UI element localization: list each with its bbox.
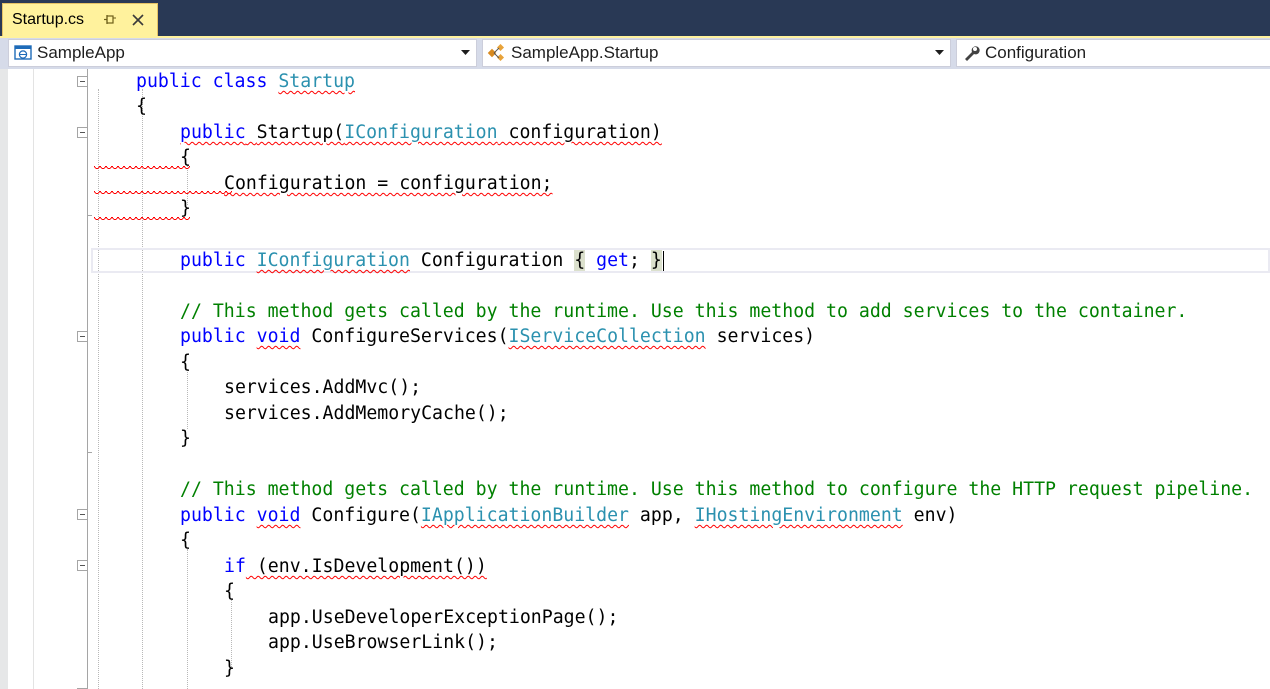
chevron-down-icon[interactable] bbox=[458, 43, 472, 63]
member-dropdown[interactable]: Configuration bbox=[956, 39, 1270, 67]
code-line-7: public IConfiguration Configuration { ge… bbox=[180, 250, 662, 271]
close-icon[interactable] bbox=[126, 8, 150, 32]
tab-startup-cs[interactable]: Startup.cs bbox=[2, 3, 158, 36]
code-line-17: if (env.IsDevelopment()) bbox=[224, 556, 487, 577]
navigation-bar: SampleApp SampleApp.Startup Configuratio… bbox=[0, 38, 1270, 69]
chevron-down-icon[interactable] bbox=[932, 43, 946, 63]
code-line-2: { bbox=[136, 96, 147, 117]
document-tab-strip: Startup.cs bbox=[0, 0, 1270, 36]
comment-line-2: // This method gets called by the runtim… bbox=[180, 479, 1254, 500]
error-squiggle bbox=[94, 217, 190, 223]
pin-icon[interactable] bbox=[98, 8, 122, 32]
text-caret bbox=[663, 251, 664, 271]
project-icon bbox=[13, 43, 33, 63]
code-line-4: { bbox=[180, 147, 191, 168]
code-line-19: app.UseDeveloperExceptionPage(); bbox=[268, 607, 619, 628]
indent-guide bbox=[142, 89, 143, 689]
indent-guide bbox=[98, 89, 99, 689]
project-dropdown[interactable]: SampleApp bbox=[8, 39, 477, 67]
code-line-20: app.UseBrowserLink(); bbox=[268, 632, 498, 653]
collapse-toggle-configureservices[interactable] bbox=[77, 331, 88, 342]
tab-title[interactable]: Startup.cs bbox=[12, 11, 98, 29]
code-editor[interactable]: public class Startup { public Startup(IC… bbox=[0, 69, 1270, 689]
comment-line-1: // This method gets called by the runtim… bbox=[180, 301, 1188, 322]
code-line-18: { bbox=[224, 581, 235, 602]
margin-divider bbox=[33, 69, 34, 689]
code-line-5: Configuration = configuration; bbox=[224, 173, 553, 194]
code-line-1: public class Startup bbox=[136, 71, 356, 92]
code-line-21: } bbox=[224, 658, 235, 679]
error-squiggle bbox=[94, 191, 232, 197]
collapse-toggle-constructor[interactable] bbox=[77, 127, 88, 138]
outlining-end-tick bbox=[87, 452, 92, 453]
code-line-16: { bbox=[180, 530, 191, 551]
indent-guide bbox=[187, 549, 188, 689]
collapse-toggle-if[interactable] bbox=[77, 560, 88, 571]
code-line-10: { bbox=[180, 352, 191, 373]
outlining-end-tick bbox=[87, 215, 92, 216]
code-line-15: public void Configure(IApplicationBuilde… bbox=[180, 505, 958, 526]
collapse-toggle-class[interactable] bbox=[77, 76, 88, 87]
code-line-12: services.AddMemoryCache(); bbox=[224, 403, 509, 424]
indent-guide bbox=[187, 369, 188, 429]
class-icon bbox=[487, 43, 507, 63]
member-label: Configuration bbox=[985, 43, 1087, 62]
project-label: SampleApp bbox=[37, 43, 125, 62]
outlining-line bbox=[87, 69, 88, 689]
error-squiggle bbox=[94, 166, 190, 172]
code-line-3: public Startup(IConfiguration configurat… bbox=[180, 122, 662, 143]
wrench-icon bbox=[961, 43, 981, 63]
type-dropdown[interactable]: SampleApp.Startup bbox=[482, 39, 951, 67]
type-label: SampleApp.Startup bbox=[511, 43, 659, 62]
collapse-toggle-configure[interactable] bbox=[77, 509, 88, 520]
indicator-margin bbox=[0, 69, 8, 689]
code-line-13: } bbox=[180, 428, 191, 449]
code-line-9: public void ConfigureServices(IServiceCo… bbox=[180, 326, 816, 347]
code-line-6: } bbox=[180, 198, 191, 219]
code-line-11: services.AddMvc(); bbox=[224, 377, 422, 398]
